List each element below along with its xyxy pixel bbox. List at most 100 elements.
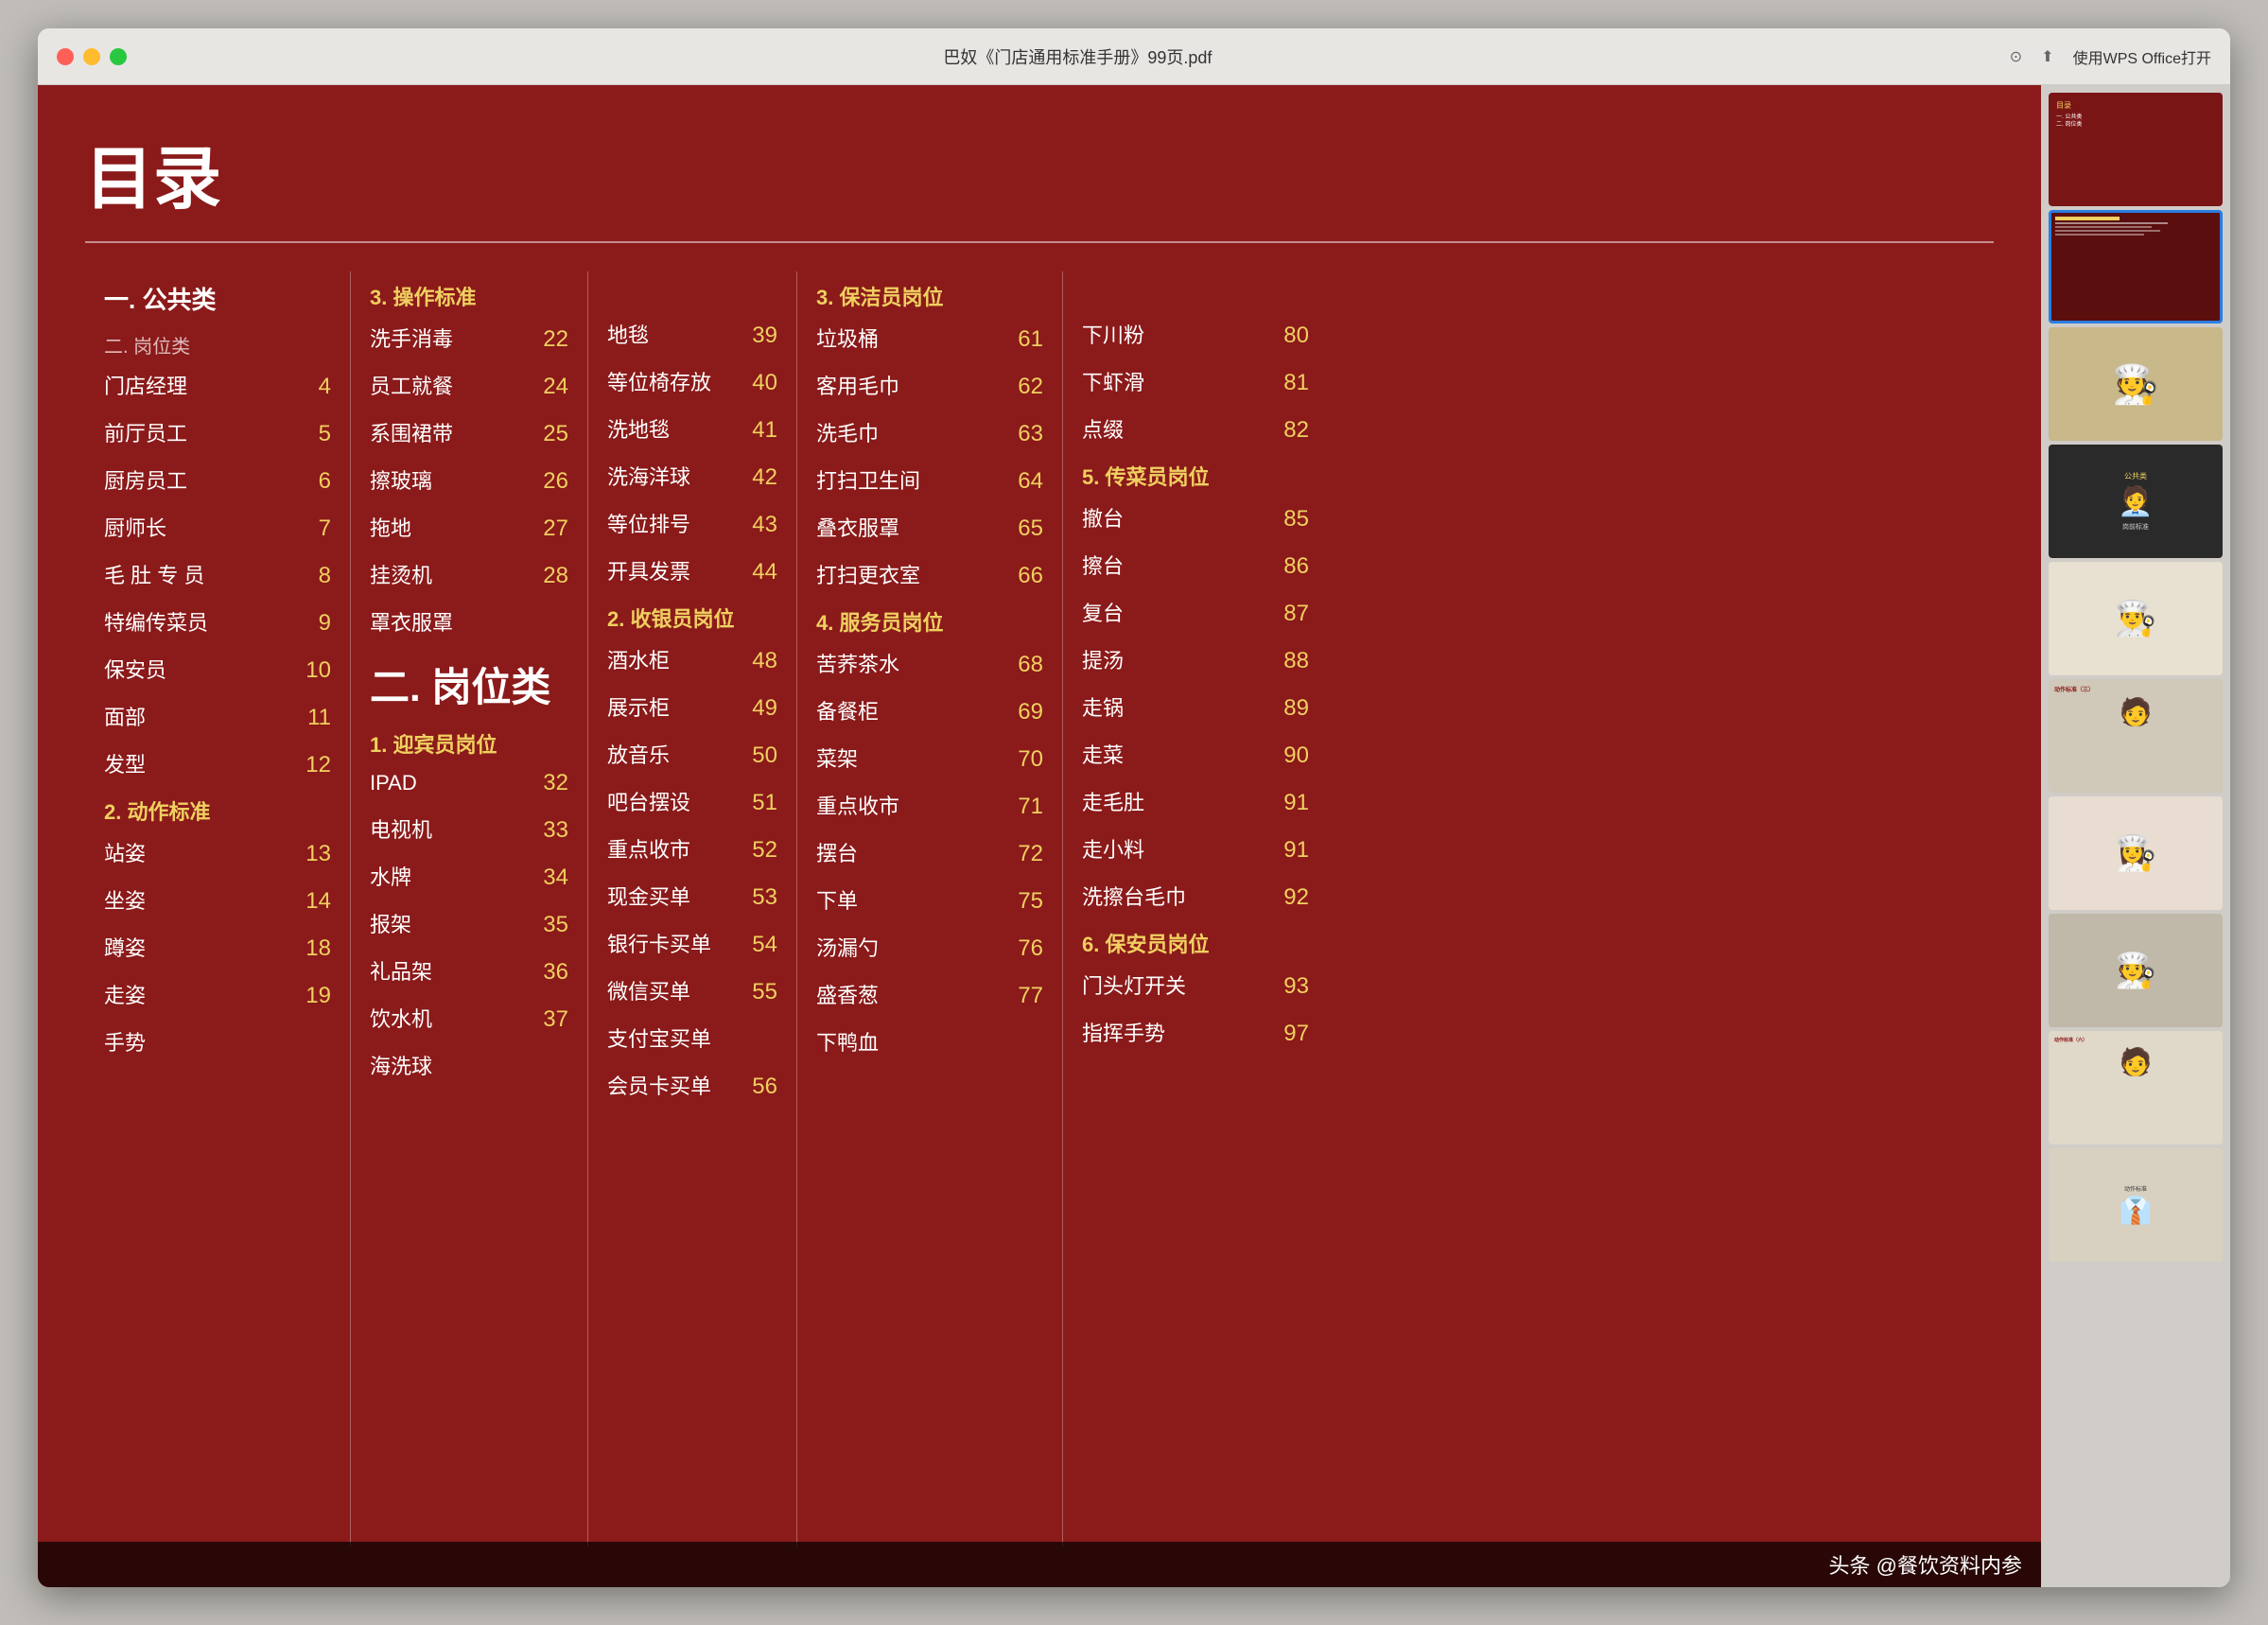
col2-items2: IPAD32 电视机33 水牌34 报架35 礼品架36 饮水机37 海洗球 — [370, 770, 568, 1080]
list-item: 提汤88 — [1082, 644, 1309, 674]
col4-items1: 垃圾桶61 客用毛巾62 洗毛巾63 打扫卫生间64 叠衣服罩65 打扫更衣室6… — [816, 323, 1043, 589]
search-icon[interactable]: ⊙ — [2010, 47, 2022, 66]
wps-open-button[interactable]: 使用WPS Office打开 — [2073, 45, 2211, 68]
close-button[interactable] — [57, 48, 74, 65]
list-item: 门店经理4 — [104, 370, 331, 400]
list-item: 门头灯开关93 — [1082, 970, 1309, 1000]
list-item: 走小料91 — [1082, 833, 1309, 864]
list-item: 等位排号43 — [607, 508, 777, 538]
list-item: 支付宝买单 — [607, 1022, 777, 1053]
list-item: 挂烫机28 — [370, 559, 568, 589]
section-title-caozuo: 3. 操作标准 — [370, 281, 568, 311]
list-item: 重点收市71 — [816, 790, 1043, 820]
list-item: 客用毛巾62 — [816, 370, 1043, 400]
list-item: 打扫卫生间64 — [816, 464, 1043, 495]
list-item: 发型12 — [104, 748, 331, 778]
list-item: 复台87 — [1082, 597, 1309, 627]
list-item: 手势 — [104, 1026, 331, 1057]
column-4: 3. 保洁员岗位 垃圾桶61 客用毛巾62 洗毛巾63 打扫卫生间64 叠衣服罩… — [797, 271, 1062, 1546]
col3-items2: 酒水柜48 展示柜49 放音乐50 吧台摆设51 重点收市52 现金买单53 银… — [607, 644, 777, 1100]
list-item: 下虾滑81 — [1082, 366, 1309, 396]
list-item: 毛 肚 专 员8 — [104, 559, 331, 589]
list-item: 垃圾桶61 — [816, 323, 1043, 353]
section-title-fuwuyuan: 4. 服务员岗位 — [816, 606, 1043, 637]
sidebar-thumb-7[interactable]: 👩‍🍳 — [2049, 796, 2223, 910]
list-item: 点缀82 — [1082, 413, 1309, 444]
traffic-lights — [57, 48, 127, 65]
list-item: 下川粉80 — [1082, 319, 1309, 349]
minimize-button[interactable] — [83, 48, 100, 65]
list-item: 盛香葱77 — [816, 979, 1043, 1009]
list-item: 菜架70 — [816, 743, 1043, 773]
list-item: 微信买单55 — [607, 975, 777, 1005]
content-area: 目录 一. 公共类 二. 岗位类 门店经理4 前厅员工5 厨房员工6 厨师长7 — [38, 85, 2230, 1587]
section-title-gonggong: 一. 公共类 — [104, 281, 331, 316]
sidebar-thumb-2[interactable] — [2049, 210, 2223, 323]
list-item: 走菜90 — [1082, 739, 1309, 769]
col1-items2: 站姿13 坐姿14 蹲姿18 走姿19 手势 — [104, 837, 331, 1057]
section-title-chuancai: 5. 传菜员岗位 — [1082, 461, 1309, 491]
sidebar-thumb-5[interactable]: 👨‍🍳 — [2049, 562, 2223, 675]
col5-items3: 门头灯开关93 指挥手势97 — [1082, 970, 1309, 1047]
page-title: 目录 — [85, 123, 1994, 222]
sidebar-thumb-6[interactable]: 动作标准（三） 🧑 — [2049, 679, 2223, 793]
list-item: 洗毛巾63 — [816, 417, 1043, 447]
list-item: 擦台86 — [1082, 550, 1309, 580]
list-item: 吧台摆设51 — [607, 786, 777, 816]
list-item: 撤台85 — [1082, 502, 1309, 533]
list-item: 擦玻璃26 — [370, 464, 568, 495]
titlebar: 巴奴《门店通用标准手册》99页.pdf ⊙ ⬆ 使用WPS Office打开 — [38, 28, 2230, 85]
list-item: 洗擦台毛巾92 — [1082, 881, 1309, 911]
footer-text: 头条 @餐饮资料内参 — [1829, 1554, 2022, 1578]
list-item: 礼品架36 — [370, 955, 568, 986]
section-title-gangwei: 二. 岗位类 — [370, 655, 568, 713]
list-item: 蹲姿18 — [104, 932, 331, 962]
list-item: 酒水柜48 — [607, 644, 777, 674]
sidebar-thumb-3[interactable]: 🧑‍🍳 — [2049, 327, 2223, 441]
list-item: 指挥手势97 — [1082, 1017, 1309, 1047]
section-title-dongzuo: 2. 动作标准 — [104, 795, 331, 826]
pdf-sidebar: 目录 一. 公共类 二. 岗位类 — [2041, 85, 2230, 1587]
list-item: 银行卡买单54 — [607, 928, 777, 958]
col4-items2: 苦荞茶水68 备餐柜69 菜架70 重点收市71 摆台72 下单75 汤漏勺76… — [816, 648, 1043, 1057]
footer-watermark: 头条 @餐饮资料内参 — [38, 1542, 2041, 1587]
list-item: 饮水机37 — [370, 1003, 568, 1033]
col5-items1: 下川粉80 下虾滑81 点缀82 — [1082, 319, 1309, 444]
sidebar-thumb-9[interactable]: 动作标准（六） 🧑 — [2049, 1031, 2223, 1144]
divider — [85, 241, 1994, 243]
list-item: 坐姿14 — [104, 884, 331, 915]
window-title: 巴奴《门店通用标准手册》99页.pdf — [146, 44, 2010, 69]
column-2: 3. 操作标准 洗手消毒22 员工就餐24 系围裙带25 擦玻璃26 拖地27 … — [351, 271, 587, 1546]
list-item: 站姿13 — [104, 837, 331, 867]
list-item: 电视机33 — [370, 813, 568, 844]
sidebar-thumb-4[interactable]: 公共类 🧑‍💼 岗前标准 — [2049, 445, 2223, 558]
column-3: 地毯39 等位椅存放40 洗地毯41 洗海洋球42 等位排号43 开具发票44 … — [588, 271, 796, 1546]
list-item: 员工就餐24 — [370, 370, 568, 400]
app-window: 巴奴《门店通用标准手册》99页.pdf ⊙ ⬆ 使用WPS Office打开 目… — [38, 28, 2230, 1587]
toolbar-right: ⊙ ⬆ 使用WPS Office打开 — [2010, 45, 2211, 68]
list-item: 洗地毯41 — [607, 413, 777, 444]
sidebar-thumb-1[interactable]: 目录 一. 公共类 二. 岗位类 — [2049, 93, 2223, 206]
list-item: 会员卡买单56 — [607, 1070, 777, 1100]
list-item: 地毯39 — [607, 319, 777, 349]
list-item: 厨房员工6 — [104, 464, 331, 495]
list-item: 下单75 — [816, 884, 1043, 915]
column-5: 下川粉80 下虾滑81 点缀82 5. 传菜员岗位 撤台85 擦台86 复台87… — [1063, 271, 1328, 1546]
share-icon[interactable]: ⬆ — [2041, 47, 2053, 66]
list-item: 叠衣服罩65 — [816, 512, 1043, 542]
list-item: 前厅员工5 — [104, 417, 331, 447]
list-item: 面部11 — [104, 701, 331, 731]
list-item: 打扫更衣室66 — [816, 559, 1043, 589]
list-item: 报架35 — [370, 908, 568, 938]
col1-dotted: 二. 岗位类 — [104, 331, 331, 358]
list-item: 特编传菜员9 — [104, 606, 331, 637]
list-item: 汤漏勺76 — [816, 932, 1043, 962]
list-item: 下鸭血 — [816, 1026, 1043, 1057]
sidebar-thumb-8[interactable]: 🧑‍🍳 — [2049, 914, 2223, 1027]
pdf-page: 目录 一. 公共类 二. 岗位类 门店经理4 前厅员工5 厨房员工6 厨师长7 — [38, 85, 2041, 1587]
list-item: 重点收市52 — [607, 833, 777, 864]
list-item: 罩衣服罩 — [370, 606, 568, 637]
fullscreen-button[interactable] — [110, 48, 127, 65]
sidebar-thumb-10[interactable]: 动作标准 👔 — [2049, 1148, 2223, 1262]
pdf-main-view: 目录 一. 公共类 二. 岗位类 门店经理4 前厅员工5 厨房员工6 厨师长7 — [38, 85, 2041, 1587]
